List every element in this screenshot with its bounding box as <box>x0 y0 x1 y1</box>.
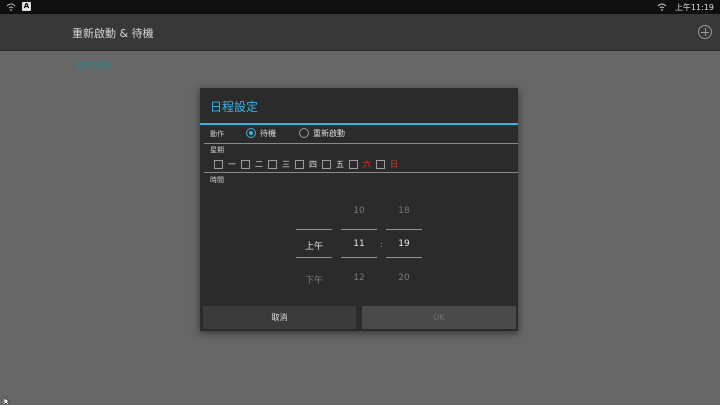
checkbox-fri[interactable] <box>322 160 331 169</box>
divider-action <box>204 143 518 144</box>
radio-reboot[interactable] <box>299 128 309 138</box>
checkbox-mon[interactable] <box>214 160 223 169</box>
notification-app-icon: A <box>22 2 31 11</box>
checkbox-sat[interactable] <box>349 160 358 169</box>
ampm-selected[interactable]: 上午 <box>296 239 332 252</box>
time-separator: : <box>380 240 383 249</box>
page-title: 重新啟動 & 待機 <box>72 27 154 40</box>
radio-standby-label[interactable]: 待機 <box>260 128 276 139</box>
dialog-title: 日程設定 <box>210 100 259 114</box>
ampm-picker-top-line <box>296 229 332 230</box>
radio-reboot-label[interactable]: 重新啟動 <box>313 128 345 139</box>
hour-prev[interactable]: 10 <box>341 206 377 216</box>
section-label-power-schedule: 電源日程表 <box>76 62 111 70</box>
signal-icon <box>6 3 16 11</box>
radio-standby[interactable] <box>246 128 256 138</box>
day-fri: 五 <box>336 160 344 169</box>
wifi-icon <box>657 3 667 11</box>
cancel-button[interactable]: 取消 <box>203 306 356 329</box>
minute-selected[interactable]: 19 <box>386 239 422 249</box>
ampm-next[interactable]: 下午 <box>296 273 332 286</box>
status-left: A <box>6 2 31 11</box>
action-bar: 重新啟動 & 待機 <box>0 14 720 51</box>
day-sat: 六 <box>363 160 371 169</box>
dialog-title-divider <box>200 123 518 125</box>
checkbox-tue[interactable] <box>241 160 250 169</box>
week-label: 星期 <box>210 146 224 154</box>
status-right: 上午11:19 <box>657 0 714 14</box>
ok-button[interactable]: OK <box>362 306 516 329</box>
mouse-cursor-icon <box>4 398 11 405</box>
day-sun: 日 <box>390 160 398 169</box>
minute-picker-top-line <box>386 229 422 230</box>
add-icon[interactable] <box>698 25 712 39</box>
day-mon: 一 <box>228 160 236 169</box>
minute-picker-bottom-line <box>386 257 422 258</box>
hour-next[interactable]: 12 <box>341 273 377 283</box>
minute-prev[interactable]: 18 <box>386 206 422 216</box>
minute-next[interactable]: 20 <box>386 273 422 283</box>
ampm-picker-bottom-line <box>296 257 332 258</box>
time-label: 時間 <box>210 176 224 184</box>
status-time: 上午11:19 <box>674 2 714 12</box>
hour-selected[interactable]: 11 <box>341 239 377 249</box>
hour-picker-top-line <box>341 229 377 230</box>
checkbox-thu[interactable] <box>295 160 304 169</box>
checkbox-sun[interactable] <box>376 160 385 169</box>
day-wed: 三 <box>282 160 290 169</box>
checkbox-wed[interactable] <box>268 160 277 169</box>
hour-picker-bottom-line <box>341 257 377 258</box>
status-bar: A 上午11:19 <box>0 0 720 14</box>
action-label: 動作 <box>210 130 224 138</box>
schedule-dialog: 日程設定 動作 待機 重新啟動 星期 一 二 三 四 五 六 日 時間 上午 下… <box>200 88 518 331</box>
day-tue: 二 <box>255 160 263 169</box>
divider-week <box>204 172 518 173</box>
day-thu: 四 <box>309 160 317 169</box>
